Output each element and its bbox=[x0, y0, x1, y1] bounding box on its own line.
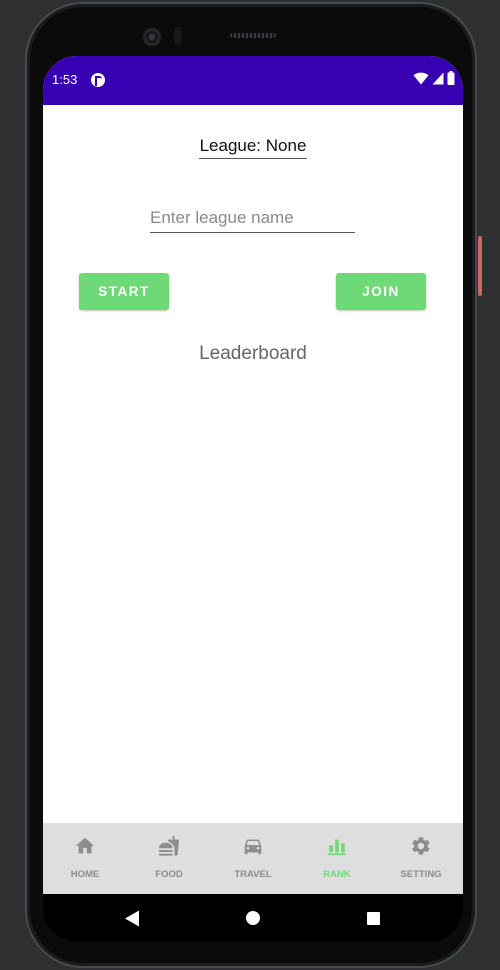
nav-item-setting[interactable]: SETTING bbox=[379, 823, 463, 894]
league-status-text: League: None bbox=[198, 136, 308, 159]
bar-chart-icon bbox=[327, 839, 347, 856]
nav-label: HOME bbox=[70, 869, 100, 880]
start-button[interactable]: START bbox=[79, 273, 169, 310]
food-icon bbox=[158, 835, 180, 856]
proximity-sensor bbox=[174, 27, 182, 45]
bottom-navigation: HOME FOOD TRAVEL RANK SETTING bbox=[43, 823, 463, 894]
car-icon bbox=[244, 839, 262, 855]
app-notification-icon bbox=[91, 73, 105, 87]
battery-icon bbox=[447, 71, 455, 85]
join-button[interactable]: JOIN bbox=[336, 273, 426, 310]
nav-item-travel[interactable]: TRAVEL bbox=[211, 823, 295, 894]
wifi-icon bbox=[413, 72, 429, 84]
nav-label: RANK bbox=[323, 869, 351, 880]
gear-icon bbox=[412, 837, 430, 855]
nav-label: TRAVEL bbox=[234, 869, 272, 880]
league-title: League: None bbox=[43, 136, 463, 159]
leaderboard-heading: Leaderboard bbox=[199, 343, 307, 364]
power-button bbox=[478, 236, 482, 296]
status-bar: 1:53 bbox=[43, 56, 463, 105]
status-time: 1:53 bbox=[52, 72, 78, 87]
status-indicators bbox=[413, 71, 455, 85]
nav-item-home[interactable]: HOME bbox=[43, 823, 127, 894]
nav-label: SETTING bbox=[400, 869, 442, 880]
recents-icon[interactable] bbox=[367, 912, 380, 925]
nav-item-food[interactable]: FOOD bbox=[127, 823, 211, 894]
signal-icon bbox=[432, 72, 444, 84]
front-camera bbox=[143, 28, 161, 46]
nav-item-rank[interactable]: RANK bbox=[295, 823, 379, 894]
home-icon bbox=[75, 837, 95, 854]
league-name-input[interactable] bbox=[150, 204, 355, 233]
nav-label: FOOD bbox=[155, 869, 183, 880]
app-screen: 1:53 League: None START JOIN Leaderboard… bbox=[43, 56, 463, 894]
system-navigation-bar bbox=[43, 894, 463, 942]
earpiece-speaker bbox=[230, 33, 276, 38]
home-circle-icon[interactable] bbox=[246, 911, 260, 925]
back-icon[interactable] bbox=[124, 910, 140, 927]
